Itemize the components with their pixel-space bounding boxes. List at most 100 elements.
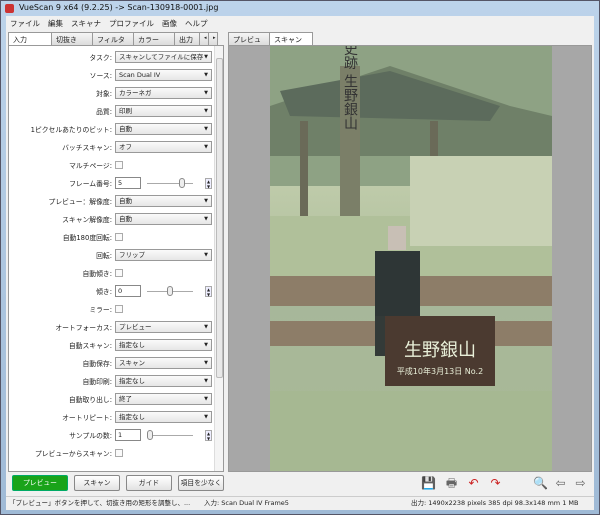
spin-button[interactable]: ▲ ▼ [205, 285, 212, 297]
setting-select[interactable]: オフ [115, 141, 212, 153]
setting-label: 傾き: [96, 288, 112, 296]
menu-profile[interactable]: プロファイル [109, 18, 154, 29]
sign-date: 平成10年3月13日 No.2 [397, 366, 483, 376]
scroll-thumb[interactable] [216, 58, 223, 378]
previous-arrow-icon[interactable]: ⇦ [553, 476, 568, 490]
setting-label: サンプルの数: [69, 432, 112, 440]
setting-checkbox[interactable] [115, 233, 123, 241]
setting-row: 自動取り出し: 終了 [9, 392, 214, 406]
setting-select[interactable]: 終了 [115, 393, 212, 405]
setting-select[interactable]: プレビュー [115, 321, 212, 333]
setting-label: オートフォーカス: [55, 324, 112, 332]
tab-scan[interactable]: スキャン [269, 32, 313, 46]
setting-row: 対象: カラーネガ [9, 86, 214, 100]
setting-row: プレビューからスキャン: [9, 446, 214, 460]
sign-text: 生野銀山 [404, 340, 476, 361]
setting-row: プレビュー：解像度: 自動 [9, 194, 214, 208]
setting-label: 自動保存: [82, 360, 112, 368]
setting-row: 自動保存: スキャン [9, 356, 214, 370]
setting-label: 自動スキャン: [68, 342, 112, 350]
setting-row: ミラー: [9, 302, 214, 316]
menu-image[interactable]: 画像 [162, 18, 177, 29]
pillar-text: 史跡 生野銀山 [342, 46, 358, 131]
setting-row: 自動印刷: 指定なし [9, 374, 214, 388]
tab-filter[interactable]: フィルタ [92, 32, 134, 45]
setting-label: 対象: [96, 90, 112, 98]
setting-label: 1ピクセルあたりのビット: [30, 126, 112, 134]
setting-select[interactable]: Scan Dual IV [115, 69, 212, 81]
setting-row: 自動スキャン: 指定なし [9, 338, 214, 352]
guide-button[interactable]: ガイド [126, 475, 172, 491]
setting-row: バッチスキャン: オフ [9, 140, 214, 154]
menu-edit[interactable]: 編集 [48, 18, 63, 29]
menu-help[interactable]: ヘルプ [185, 18, 208, 29]
save-icon[interactable]: 💾 [421, 476, 436, 490]
setting-label: 自動取り出し: [68, 396, 112, 404]
setting-number-input[interactable]: 0 [115, 285, 141, 297]
setting-slider[interactable] [147, 429, 193, 440]
setting-select[interactable]: 自動 [115, 195, 212, 207]
setting-select[interactable]: 自動 [115, 123, 212, 135]
setting-select[interactable]: 指定なし [115, 339, 212, 351]
menu-scanner[interactable]: スキャナ [71, 18, 101, 29]
setting-row: タスク: スキャンしてファイルに保存 [9, 50, 214, 64]
left-tabs: 入力 切抜き フィルタ カラー 出力 ◂ ▸ [8, 32, 218, 46]
setting-select[interactable]: 自動 [115, 213, 212, 225]
setting-label: 自動180度回転: [62, 234, 112, 242]
setting-slider[interactable] [147, 285, 193, 296]
setting-number-input[interactable]: 5 [115, 177, 141, 189]
setting-row: 自動傾き: [9, 266, 214, 280]
settings-panel: タスク:スキャンしてファイルに保存ソース:Scan Dual IV 対象:カラーネ… [8, 45, 224, 472]
setting-row: オートフォーカス: プレビュー [9, 320, 214, 334]
right-tabs: プレビュー スキャン [228, 32, 313, 54]
spin-button[interactable]: ▲ ▼ [205, 177, 212, 189]
status-input: 入力: Scan Dual IV Frame5 [201, 496, 401, 509]
setting-label: プレビューからスキャン: [34, 450, 112, 458]
setting-label: 品質: [96, 108, 112, 116]
tab-input[interactable]: 入力 [8, 32, 52, 46]
slider-thumb[interactable] [147, 429, 153, 440]
setting-select[interactable]: スキャンしてファイルに保存 [115, 51, 212, 63]
slider-thumb[interactable] [167, 285, 173, 296]
setting-row: フレーム番号: 5 ▲ ▼ [9, 176, 214, 190]
settings-scrollbar[interactable] [214, 46, 223, 471]
setting-label: 自動傾き: [82, 270, 112, 278]
setting-checkbox[interactable] [115, 161, 123, 169]
setting-slider[interactable] [147, 177, 193, 188]
setting-select[interactable]: 指定なし [115, 411, 212, 423]
tab-crop[interactable]: 切抜き [51, 32, 93, 45]
setting-select[interactable]: スキャン [115, 357, 212, 369]
fewer-options-button[interactable]: 項目を少なく [178, 475, 224, 491]
menu-bar: ファイル 編集 スキャナ プロファイル 画像 ヘルプ [6, 16, 594, 30]
setting-row: スキャン解像度: 自動 [9, 212, 214, 226]
window-title: VueScan 9 x64 (9.2.25) -> Scan-130918-00… [19, 3, 219, 12]
tab-color[interactable]: カラー [133, 32, 175, 45]
setting-row: 1ピクセルあたりのビット: 自動 [9, 122, 214, 136]
setting-number-input[interactable]: 1 [115, 429, 141, 441]
setting-row: 傾き: 0 ▲ ▼ [9, 284, 214, 298]
setting-select[interactable]: 指定なし [115, 375, 212, 387]
app-window: VueScan 9 x64 (9.2.25) -> Scan-130918-00… [0, 0, 600, 515]
scan-button[interactable]: スキャン [74, 475, 120, 491]
tab-scroll-right[interactable]: ▸ [208, 32, 218, 45]
tab-output[interactable]: 出力 [174, 32, 200, 45]
rotate-left-icon[interactable]: ↶ [466, 476, 481, 490]
print-icon[interactable]: 🖶 [444, 476, 459, 490]
app-icon [5, 4, 14, 13]
preview-button[interactable]: プレビュー [12, 475, 68, 491]
setting-checkbox[interactable] [115, 269, 123, 277]
setting-select[interactable]: フリップ [115, 249, 212, 261]
status-output: 出力: 1490x2238 pixels 385 dpi 98.3x148 mm… [401, 496, 594, 509]
setting-select[interactable]: カラーネガ [115, 87, 212, 99]
next-arrow-icon[interactable]: ⇨ [573, 476, 588, 490]
setting-row: ソース: Scan Dual IV [9, 68, 214, 82]
tab-preview[interactable]: プレビュー [228, 32, 270, 54]
slider-thumb[interactable] [179, 177, 185, 188]
spin-button[interactable]: ▲ ▼ [205, 429, 212, 441]
setting-checkbox[interactable] [115, 305, 123, 313]
zoom-in-icon[interactable]: 🔍 [533, 476, 548, 490]
rotate-right-icon[interactable]: ↷ [488, 476, 503, 490]
setting-checkbox[interactable] [115, 449, 123, 457]
setting-select[interactable]: 印刷 [115, 105, 212, 117]
menu-file[interactable]: ファイル [10, 18, 40, 29]
